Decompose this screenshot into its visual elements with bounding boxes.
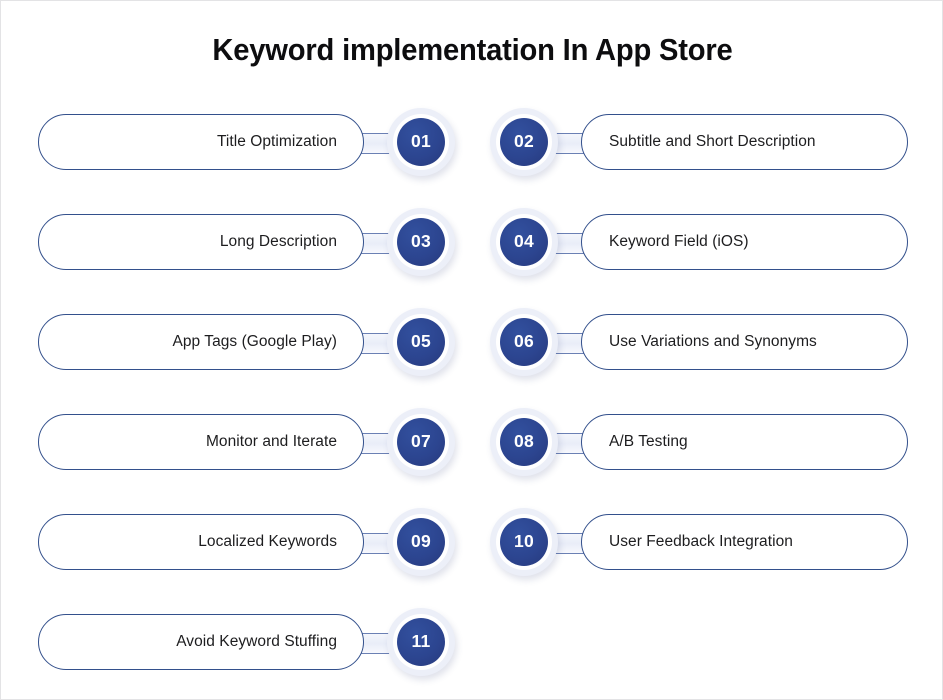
step-label: Use Variations and Synonyms	[609, 333, 817, 350]
infographic-canvas: Keyword implementation In App Store Titl…	[0, 0, 943, 700]
step-number-badge: 08	[490, 408, 558, 476]
step-pill[interactable]: Title Optimization	[38, 114, 364, 170]
badge-ring: 01	[393, 114, 449, 170]
step-row: Avoid Keyword Stuffing 11	[1, 608, 942, 676]
step-pill[interactable]: Subtitle and Short Description	[581, 114, 908, 170]
step-item-06[interactable]: Use Variations and Synonyms 06	[474, 308, 924, 376]
step-item-03[interactable]: Long Description 03	[21, 208, 471, 276]
badge-ring: 08	[496, 414, 552, 470]
step-pill[interactable]: User Feedback Integration	[581, 514, 908, 570]
steps-list: Title Optimization 01 Subtitle and Short D…	[1, 1, 942, 699]
step-pill[interactable]: Localized Keywords	[38, 514, 364, 570]
step-number-badge: 02	[490, 108, 558, 176]
badge-ring: 02	[496, 114, 552, 170]
badge-ring: 04	[496, 214, 552, 270]
step-item-07[interactable]: Monitor and Iterate 07	[21, 408, 471, 476]
step-number-badge: 04	[490, 208, 558, 276]
step-pill[interactable]: App Tags (Google Play)	[38, 314, 364, 370]
step-item-08[interactable]: A/B Testing 08	[474, 408, 924, 476]
step-item-01[interactable]: Title Optimization 01	[21, 108, 471, 176]
step-number-badge: 07	[387, 408, 455, 476]
badge-disc: 11	[397, 618, 445, 666]
step-pill[interactable]: Keyword Field (iOS)	[581, 214, 908, 270]
step-item-10[interactable]: User Feedback Integration 10	[474, 508, 924, 576]
step-number: 11	[411, 631, 431, 652]
step-item-05[interactable]: App Tags (Google Play) 05	[21, 308, 471, 376]
step-pill[interactable]: Monitor and Iterate	[38, 414, 364, 470]
badge-disc: 08	[500, 418, 548, 466]
step-row: Localized Keywords 09 User Feedback Integr…	[1, 508, 942, 576]
step-number: 10	[513, 531, 535, 552]
step-label: User Feedback Integration	[609, 533, 793, 550]
step-pill[interactable]: Avoid Keyword Stuffing	[38, 614, 364, 670]
step-number: 04	[513, 231, 535, 252]
step-label: Long Description	[219, 233, 337, 250]
step-number: 02	[513, 131, 535, 152]
step-number: 03	[410, 231, 432, 252]
badge-disc: 02	[500, 118, 548, 166]
badge-ring: 06	[496, 314, 552, 370]
step-label: Avoid Keyword Stuffing	[176, 633, 337, 650]
badge-disc: 01	[397, 118, 445, 166]
badge-disc: 07	[397, 418, 445, 466]
step-number-badge: 06	[490, 308, 558, 376]
badge-ring: 03	[393, 214, 449, 270]
step-number-badge: 11	[387, 608, 455, 676]
badge-ring: 09	[393, 514, 449, 570]
step-number-badge: 10	[490, 508, 558, 576]
badge-ring: 05	[393, 314, 449, 370]
step-item-04[interactable]: Keyword Field (iOS) 04	[474, 208, 924, 276]
badge-disc: 03	[397, 218, 445, 266]
badge-ring: 11	[393, 614, 449, 670]
badge-disc: 04	[500, 218, 548, 266]
step-number: 06	[513, 331, 535, 352]
badge-ring: 10	[496, 514, 552, 570]
step-row: Long Description 03 Keyword Field (iOS) 04	[1, 208, 942, 276]
step-number-badge: 09	[387, 508, 455, 576]
step-row: App Tags (Google Play) 05 Use Variations a…	[1, 308, 942, 376]
step-number-badge: 01	[387, 108, 455, 176]
step-number: 05	[410, 331, 432, 352]
step-label: Subtitle and Short Description	[609, 133, 816, 150]
step-number: 01	[410, 131, 432, 152]
step-row: Monitor and Iterate 07 A/B Testing 08	[1, 408, 942, 476]
step-pill[interactable]: Long Description	[38, 214, 364, 270]
step-number-badge: 05	[387, 308, 455, 376]
badge-disc: 10	[500, 518, 548, 566]
step-label: A/B Testing	[609, 433, 688, 450]
step-number: 08	[513, 431, 535, 452]
step-pill[interactable]: A/B Testing	[581, 414, 908, 470]
step-label: Monitor and Iterate	[205, 433, 337, 450]
badge-disc: 09	[397, 518, 445, 566]
step-number: 07	[410, 431, 432, 452]
badge-disc: 05	[397, 318, 445, 366]
badge-ring: 07	[393, 414, 449, 470]
step-number: 09	[410, 531, 432, 552]
badge-disc: 06	[500, 318, 548, 366]
step-label: Title Optimization	[216, 133, 337, 150]
step-number-badge: 03	[387, 208, 455, 276]
step-row: Title Optimization 01 Subtitle and Short D…	[1, 108, 942, 176]
step-pill[interactable]: Use Variations and Synonyms	[581, 314, 908, 370]
step-item-11[interactable]: Avoid Keyword Stuffing 11	[21, 608, 471, 676]
step-label: Keyword Field (iOS)	[609, 233, 749, 250]
step-label: App Tags (Google Play)	[172, 333, 337, 350]
step-item-09[interactable]: Localized Keywords 09	[21, 508, 471, 576]
step-label: Localized Keywords	[198, 533, 337, 550]
step-item-02[interactable]: Subtitle and Short Description 02	[474, 108, 924, 176]
